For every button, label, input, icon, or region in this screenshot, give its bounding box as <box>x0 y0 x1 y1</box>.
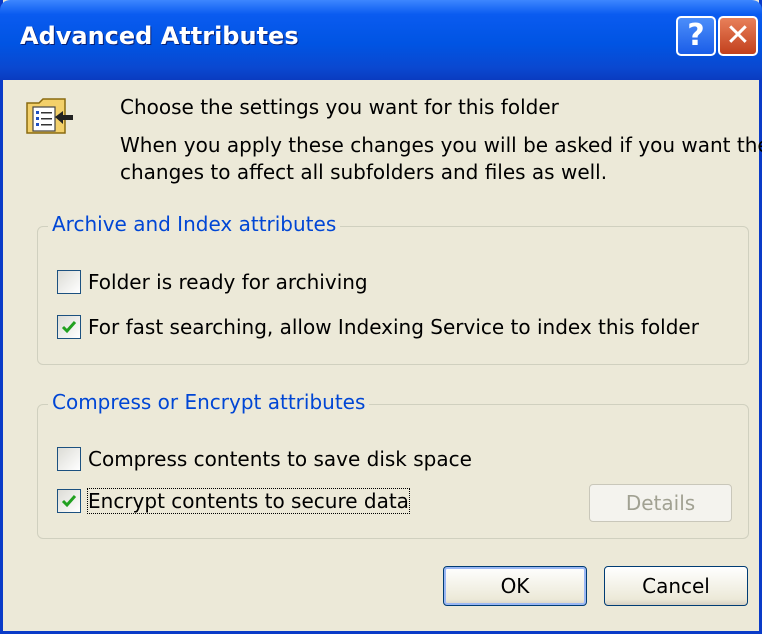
ok-button[interactable]: OK <box>443 566 587 606</box>
compress-encrypt-legend: Compress or Encrypt attributes <box>48 390 370 414</box>
encrypt-label[interactable]: Encrypt contents to secure data <box>87 488 410 514</box>
close-icon: ✕ <box>725 18 751 53</box>
intro-line-2: changes to affect all subfolders and fil… <box>120 160 608 184</box>
archive-index-group: Archive and Index attributes <box>37 212 749 365</box>
intro-heading: Choose the settings you want for this fo… <box>120 95 559 119</box>
compress-label[interactable]: Compress contents to save disk space <box>88 447 472 471</box>
intro-line-1: When you apply these changes you will be… <box>120 133 762 157</box>
cancel-button[interactable]: Cancel <box>604 566 748 606</box>
archiving-checkbox[interactable] <box>57 270 81 294</box>
checkmark-icon <box>61 495 77 508</box>
close-button[interactable]: ✕ <box>718 16 758 56</box>
compress-checkbox[interactable] <box>57 447 81 471</box>
help-button[interactable]: ? <box>676 16 716 56</box>
title-bar[interactable]: Advanced Attributes ? ✕ <box>0 0 762 80</box>
indexing-checkbox[interactable] <box>57 315 81 339</box>
folder-attributes-icon <box>26 98 73 134</box>
details-button[interactable]: Details <box>589 484 732 522</box>
dialog-window: Advanced Attributes ? ✕ Choose the setti… <box>0 0 762 634</box>
indexing-label[interactable]: For fast searching, allow Indexing Servi… <box>88 315 699 339</box>
archiving-label[interactable]: Folder is ready for archiving <box>88 270 368 294</box>
checkmark-icon <box>61 321 77 334</box>
archive-index-legend: Archive and Index attributes <box>48 212 341 236</box>
encrypt-checkbox[interactable] <box>57 489 81 513</box>
window-title: Advanced Attributes <box>20 22 299 50</box>
help-icon: ? <box>687 18 705 53</box>
